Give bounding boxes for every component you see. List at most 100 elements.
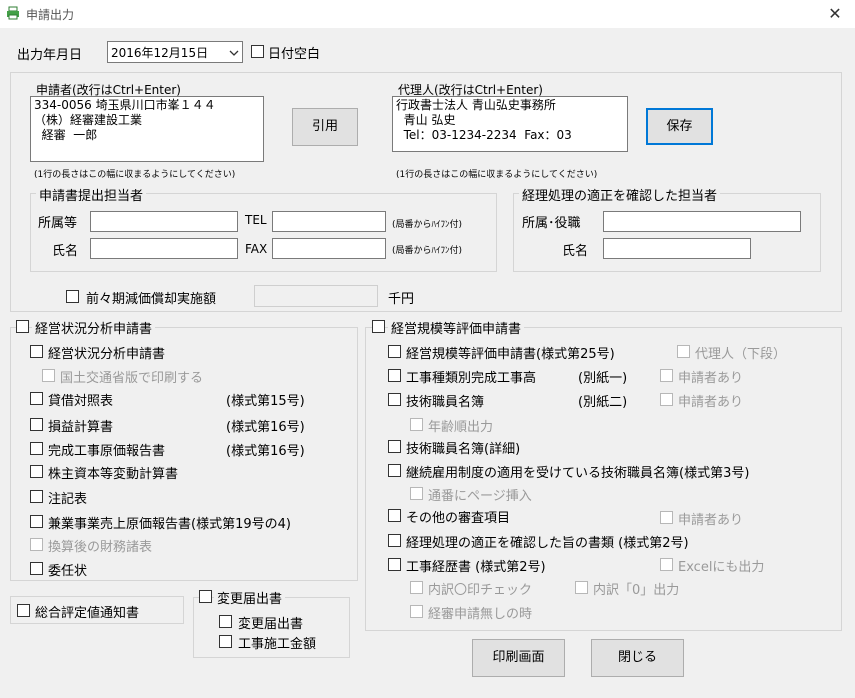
depreciation-input[interactable] (254, 285, 378, 307)
date-picker[interactable]: 2016年12月15日 (107, 41, 243, 63)
cost-label: 完成工事原価報告書 (48, 444, 166, 459)
side-business-checkbox[interactable] (30, 515, 43, 528)
submitter-title: 申請書提出担当者 (36, 185, 147, 204)
breakdown-zero-label: 内訳「0」出力 (593, 583, 680, 598)
analysis-group-checkbox[interactable] (16, 320, 29, 333)
staff-detail-checkbox[interactable] (388, 440, 401, 453)
analysis-label: 経営状況分析申請書 (48, 347, 166, 362)
quote-button[interactable]: 引用 (292, 108, 358, 146)
submitter-dept-input[interactable] (90, 211, 238, 232)
analysis-group-title: 経営状況分析申請書 (32, 318, 156, 337)
applicant-note: (1行の長さはこの幅に収まるようにしてください) (34, 170, 236, 180)
equity-label: 株主資本等変動計算書 (48, 467, 179, 482)
pl-checkbox[interactable] (30, 418, 43, 431)
kind-applicant-label: 申請者あり (678, 371, 744, 386)
history-label: 工事経歴書 (様式第2号) (406, 560, 546, 575)
total-eval-label: 総合評定値通知書 (35, 606, 140, 621)
submitter-name-label: 氏名 (52, 244, 79, 259)
change-item1-label: 変更届出書 (238, 617, 304, 632)
excel-output-checkbox[interactable] (660, 558, 673, 571)
eval-agent-label: 代理人（下段） (695, 347, 787, 362)
excel-output-label: Excelにも出力 (678, 560, 765, 575)
proper-accounting-checkbox[interactable] (388, 534, 401, 547)
mlit-label: 国土交通省版で印刷する (60, 371, 204, 386)
converted-label: 換算後の財務諸表 (48, 540, 153, 555)
close-window-button[interactable]: ✕ (815, 0, 855, 28)
date-blank-checkbox[interactable] (251, 45, 264, 58)
submitter-fax-input[interactable] (272, 238, 386, 259)
balance-label: 貸借対照表 (48, 394, 114, 409)
accounting-dept-input[interactable] (603, 211, 801, 232)
employment-checkbox[interactable] (388, 464, 401, 477)
printer-icon (7, 6, 19, 20)
mlit-checkbox[interactable] (42, 369, 55, 382)
submitter-fax-note: (局番からﾊｲﾌﾝ付) (392, 246, 463, 256)
date-label: 出力年月日 (17, 48, 83, 63)
eval-checkbox[interactable] (388, 345, 401, 358)
proxy-checkbox[interactable] (30, 562, 43, 575)
pl-form: (様式第16号) (226, 420, 305, 435)
no-application-label: 経審申請無しの時 (428, 607, 533, 622)
evaluation-group-checkbox[interactable] (372, 320, 385, 333)
cost-checkbox[interactable] (30, 442, 43, 455)
notes-label: 注記表 (48, 492, 88, 507)
submitter-fax-label: FAX (245, 242, 268, 256)
eval-agent-checkbox[interactable] (677, 345, 690, 358)
staff-applicant-label: 申請者あり (678, 395, 744, 410)
date-blank-label: 日付空白 (268, 47, 321, 62)
pl-label: 損益計算書 (48, 420, 114, 435)
submitter-tel-label: TEL (245, 213, 267, 227)
change-item2-checkbox[interactable] (219, 635, 232, 648)
breakdown-zero-checkbox[interactable] (575, 581, 588, 594)
history-checkbox[interactable] (388, 558, 401, 571)
staff-checkbox[interactable] (388, 393, 401, 406)
change-group-checkbox[interactable] (199, 590, 212, 603)
eval-label: 経営規模等評価申請書(様式第25号) (406, 347, 615, 362)
staff-form: (別紙二) (578, 395, 628, 410)
submitter-name-input[interactable] (90, 238, 238, 259)
accounting-dept-label: 所属･役職 (522, 216, 581, 231)
depreciation-checkbox[interactable] (66, 290, 79, 303)
submitter-tel-note: (局番からﾊｲﾌﾝ付) (392, 220, 463, 230)
employment-label: 継続雇用制度の適用を受けている技術職員名簿(様式第3号) (406, 466, 750, 481)
age-order-label: 年齢順出力 (428, 420, 494, 435)
title-bar: 申請出力 ✕ (0, 0, 855, 28)
converted-checkbox[interactable] (30, 538, 43, 551)
change-item1-checkbox[interactable] (219, 615, 232, 628)
submitter-tel-input[interactable] (272, 211, 386, 232)
applicant-textarea[interactable]: 334-0056 埼玉県川口市峯１４４ （株）経審建設工業 経審 一郎 (30, 96, 264, 162)
other-items-label: その他の審査項目 (406, 511, 511, 526)
staff-applicant-checkbox[interactable] (660, 393, 673, 406)
age-order-checkbox[interactable] (410, 418, 423, 431)
other-items-checkbox[interactable] (388, 509, 401, 522)
close-button[interactable]: 閉じる (591, 639, 684, 677)
agent-textarea[interactable]: 行政書士法人 青山弘史事務所 青山 弘史 Tel：03-1234-2234 Fa… (392, 96, 628, 152)
submitter-group (30, 193, 497, 272)
kind-form: (別紙一) (578, 371, 628, 386)
analysis-checkbox[interactable] (30, 345, 43, 358)
accounting-name-label: 氏名 (562, 244, 589, 259)
print-preview-button[interactable]: 印刷画面 (472, 639, 565, 677)
save-button[interactable]: 保存 (646, 108, 713, 145)
equity-checkbox[interactable] (30, 465, 43, 478)
evaluation-group-title: 経営規模等評価申請書 (388, 318, 525, 337)
change-group-title: 変更届出書 (214, 588, 286, 607)
accounting-title: 経理処理の適正を確認した担当者 (519, 185, 721, 204)
page-insert-label: 通番にページ挿入 (428, 489, 532, 504)
date-value: 2016年12月15日 (111, 46, 209, 60)
accounting-name-input[interactable] (603, 238, 751, 259)
depreciation-unit: 千円 (388, 292, 415, 307)
kind-applicant-checkbox[interactable] (660, 369, 673, 382)
balance-checkbox[interactable] (30, 392, 43, 405)
window-title: 申請出力 (26, 8, 75, 22)
page-insert-checkbox[interactable] (410, 487, 423, 500)
breakdown-check-checkbox[interactable] (410, 581, 423, 594)
total-eval-checkbox[interactable] (17, 604, 30, 617)
cost-form: (様式第16号) (226, 444, 305, 459)
side-business-label: 兼業事業売上原価報告書(様式第19号の4) (48, 517, 291, 532)
no-application-checkbox[interactable] (410, 605, 423, 618)
balance-form: (様式第15号) (226, 394, 305, 409)
other-applicant-checkbox[interactable] (660, 511, 673, 524)
kind-checkbox[interactable] (388, 369, 401, 382)
notes-checkbox[interactable] (30, 490, 43, 503)
